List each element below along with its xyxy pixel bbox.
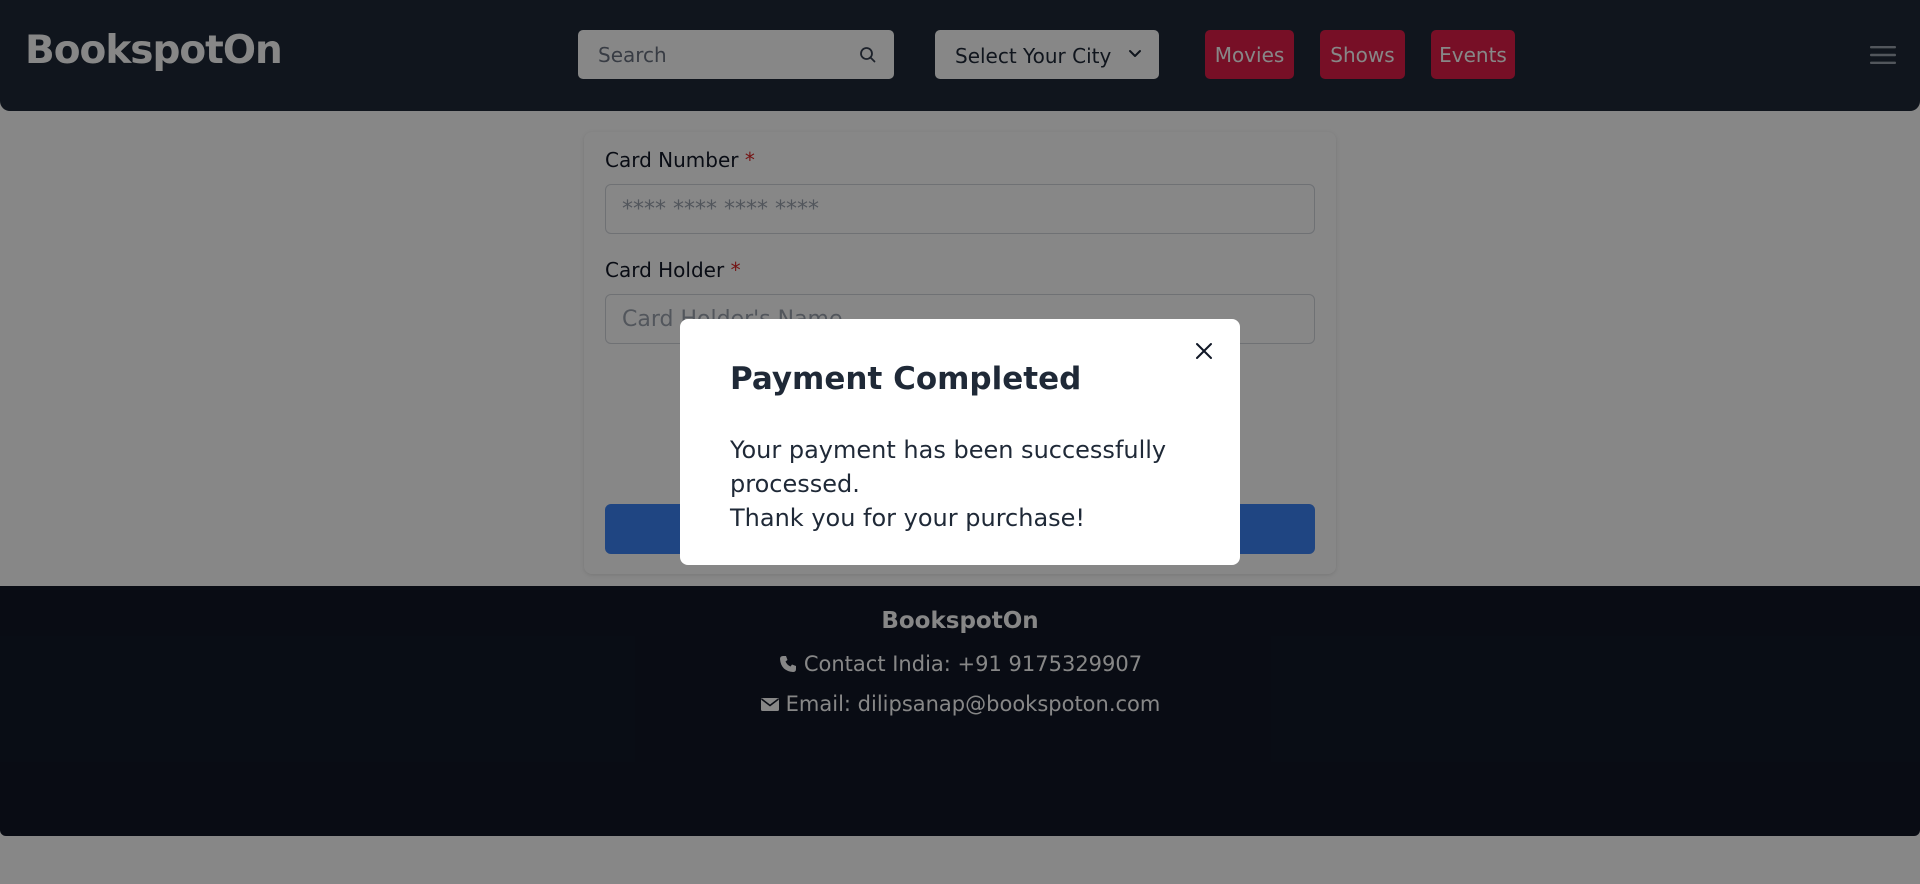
close-icon[interactable]: [1192, 339, 1216, 363]
modal-title: Payment Completed: [730, 361, 1082, 397]
modal-message-line-2: Thank you for your purchase!: [730, 504, 1086, 532]
payment-completed-modal: Payment Completed Your payment has been …: [680, 319, 1240, 565]
modal-message-line-1: Your payment has been successfully proce…: [730, 436, 1167, 498]
modal-message: Your payment has been successfully proce…: [730, 433, 1190, 535]
